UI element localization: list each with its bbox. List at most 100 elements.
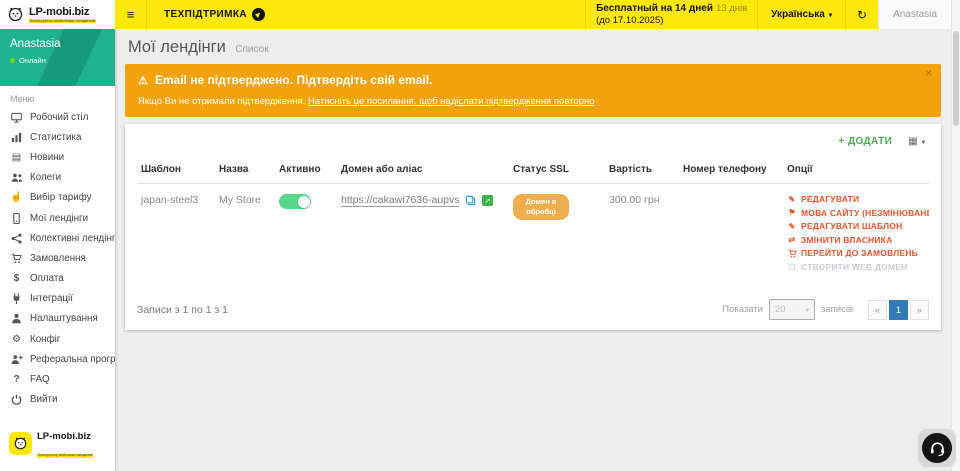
per-page-select[interactable]: 20 ▾ [769, 299, 815, 320]
resend-confirmation-link[interactable]: Натисніть це посилання, щоб надіслати пі… [308, 96, 595, 107]
cell-template: japan-steel3 [137, 184, 215, 286]
language-dropdown[interactable]: Українська ▾ [757, 0, 845, 29]
email-confirmation-alert: ⚠ Email не підтверджено. Підтвердіть сві… [125, 64, 941, 117]
cart-icon [787, 249, 797, 258]
option-edit[interactable]: ✎ РЕДАГУВАТИ [787, 194, 925, 204]
page-header: Мої лендінги Список [115, 29, 951, 64]
trial-info: Бесплатный на 14 дней13 днів (до 17.10.2… [585, 0, 757, 29]
sidebar-footer-brand[interactable]: LP-mobi.biz Конструктор мобільних лендин… [0, 418, 115, 471]
bar-chart-icon [10, 132, 23, 143]
table-header-row: Шаблон Назва Активно Домен або аліас Ста… [137, 156, 929, 184]
footer-brand-tagline: Конструктор мобільних лендингів [37, 454, 93, 458]
sidebar-item-my-landings[interactable]: Мої лендінги [0, 208, 115, 228]
option-go-to-orders[interactable]: ПЕРЕЙТИ ДО ЗАМОВЛЕНЬ [787, 248, 925, 258]
support-chat-button[interactable] [918, 429, 956, 467]
option-change-owner[interactable]: ⇄ ЗМІНИТИ ВЛАСНИКА [787, 235, 925, 245]
hamburger-icon: ≡ [127, 7, 135, 22]
sidebar-toggle-button[interactable]: ≡ [115, 0, 147, 29]
headset-icon [922, 433, 952, 463]
scrollbar-thumb[interactable] [953, 31, 959, 126]
next-page-button[interactable]: » [910, 300, 929, 320]
option-edit-template[interactable]: ✎ РЕДАГУВАТИ ШАБЛОН [787, 221, 925, 231]
records-label: записів [821, 304, 853, 315]
prev-page-button[interactable]: « [868, 300, 887, 320]
sidebar-item-orders[interactable]: Замовлення [0, 248, 115, 268]
col-header-phone[interactable]: Номер телефону [679, 156, 783, 184]
question-icon: ? [10, 374, 23, 385]
exchange-icon: ⇄ [787, 235, 797, 244]
sidebar-item-config[interactable]: ⚙ Конфіг [0, 329, 115, 349]
topbar-right: Бесплатный на 14 дней13 днів (до 17.10.2… [585, 0, 951, 29]
brand-logo[interactable]: LP-mobi.biz Конструктор мобильных лендин… [0, 0, 115, 29]
colleagues-icon [10, 172, 23, 183]
col-header-name[interactable]: Назва [215, 156, 275, 184]
share-icon [10, 233, 23, 244]
warning-icon: ⚠ [138, 74, 148, 87]
edit-icon: ✎ [787, 222, 797, 231]
language-label: Українська [771, 9, 825, 20]
trial-days-left: 13 днів [716, 3, 747, 14]
sidebar-item-logout[interactable]: Вийти [0, 390, 115, 410]
cart-icon [10, 253, 23, 264]
sidebar-item-settings[interactable]: Налаштування [0, 309, 115, 329]
plus-icon: + [839, 136, 845, 147]
tech-support-link[interactable]: ТЕХПІДТРИМКА ▶ [147, 0, 282, 29]
plug-icon [10, 293, 23, 304]
col-header-options[interactable]: Опції [783, 156, 929, 184]
trial-title: Бесплатный на 14 дней [596, 3, 713, 14]
online-status-dot [10, 58, 15, 63]
toggle-knob [298, 196, 310, 208]
topbar-username[interactable]: Anastasia [878, 0, 951, 29]
main-content: Мої лендінги Список ⚠ Email не підтвердж… [115, 29, 951, 471]
cell-options: ✎ РЕДАГУВАТИ ⚑ МОВА САЙТУ (НЕЗМІНЮВАНЕ) … [783, 184, 929, 286]
col-header-template[interactable]: Шаблон [137, 156, 215, 184]
records-info: Записи з 1 по 1 з 1 [137, 304, 228, 316]
col-header-price[interactable]: Вартість [605, 156, 679, 184]
active-toggle[interactable] [279, 194, 311, 209]
scrollbar[interactable] [951, 0, 960, 471]
option-site-language[interactable]: ⚑ МОВА САЙТУ (НЕЗМІНЮВАНЕ) [787, 208, 925, 218]
add-landing-button[interactable]: + ДОДАТИ [839, 136, 893, 147]
page-1-button[interactable]: 1 [889, 300, 908, 320]
menu-section-label: Меню [0, 86, 115, 107]
table-toolbar: + ДОДАТИ ▦ ▾ [125, 134, 941, 156]
refresh-button[interactable]: ↻ [845, 0, 878, 29]
page-subtitle: Список [235, 44, 268, 55]
chevron-down-icon: ▾ [922, 138, 925, 146]
sidebar-item-desktop[interactable]: Робочий стіл [0, 107, 115, 127]
close-icon[interactable]: × [925, 67, 932, 79]
sidebar-item-statistics[interactable]: Статистика [0, 127, 115, 147]
chevron-down-icon: ▾ [806, 306, 809, 314]
col-header-active[interactable]: Активно [275, 156, 337, 184]
copy-icon[interactable] [465, 195, 476, 206]
brand-name: LP-mobi.biz [29, 6, 96, 18]
dollar-icon: $ [10, 273, 23, 284]
sidebar-item-faq[interactable]: ? FAQ [0, 369, 115, 389]
sidebar-item-tariff[interactable]: ☝ Вибір тарифу [0, 188, 115, 208]
online-status-label: Онлайн [19, 56, 46, 65]
col-header-ssl[interactable]: Статус SSL [509, 156, 605, 184]
sidebar-menu: Робочий стіл Статистика ▤ Новини Колеги … [0, 107, 115, 418]
page-title: Мої лендінги [128, 38, 226, 56]
brand-tagline: Конструктор мобильных лендингов [29, 19, 96, 23]
external-link-icon[interactable]: ↗ [482, 195, 493, 206]
sidebar-item-referral[interactable]: Реферальна програма [0, 349, 115, 369]
col-header-domain[interactable]: Домен або аліас [337, 156, 509, 184]
table-footer: Записи з 1 по 1 з 1 Показати 20 ▾ записі… [125, 285, 941, 324]
sidebar-item-news[interactable]: ▤ Новини [0, 147, 115, 167]
sidebar-item-payment[interactable]: $ Оплата [0, 269, 115, 289]
column-visibility-button[interactable]: ▦ ▾ [908, 136, 925, 147]
option-create-web-domain: ▢ СТВОРИТИ WEB ДОМЕН [787, 262, 925, 272]
sidebar-item-integrations[interactable]: Інтеграції [0, 289, 115, 309]
person-icon [10, 313, 23, 324]
table-row: japan-steel3 My Store https://cakawi7636… [137, 184, 929, 286]
person-plus-icon [10, 354, 23, 365]
edit-icon: ✎ [787, 195, 797, 204]
ssl-status-badge: Домен в обробці [513, 194, 569, 220]
news-icon: ▤ [10, 152, 23, 163]
sidebar-item-colleagues[interactable]: Колеги [0, 168, 115, 188]
domain-link[interactable]: https://cakawi7636-aupvs-com-42 [341, 194, 459, 207]
chevron-down-icon: ▾ [829, 11, 832, 19]
show-label: Показати [722, 304, 763, 315]
sidebar-item-collective-landings[interactable]: Колективні лендінги [0, 228, 115, 248]
